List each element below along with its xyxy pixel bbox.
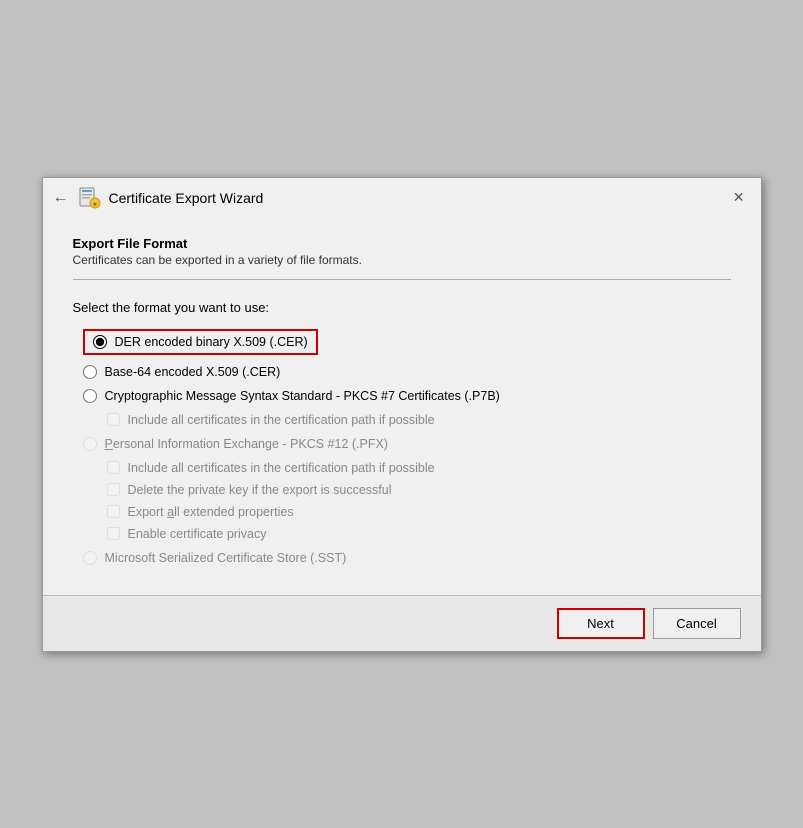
- option-pfx-export-props-label: Export all extended properties: [128, 505, 294, 519]
- option-pfx-privacy: Enable certificate privacy: [107, 527, 731, 541]
- divider: [73, 279, 731, 280]
- certificate-export-wizard-dialog: ← ★ Certificate Export Wizard ✕ Export F…: [42, 177, 762, 652]
- radio-pfx: [83, 437, 97, 451]
- option-pfx-label: Personal Information Exchange - PKCS #12…: [105, 437, 388, 451]
- option-sst: Microsoft Serialized Certificate Store (…: [83, 551, 731, 565]
- option-der-label: DER encoded binary X.509 (.CER): [115, 335, 308, 349]
- option-pkcs7-include-label: Include all certificates in the certific…: [128, 413, 435, 427]
- radio-pkcs7[interactable]: [83, 389, 97, 403]
- next-button[interactable]: Next: [557, 608, 645, 639]
- section-header: Export File Format Certificates can be e…: [73, 236, 731, 267]
- dialog-body: Export File Format Certificates can be e…: [43, 216, 761, 575]
- radio-sst: [83, 551, 97, 565]
- format-select-label: Select the format you want to use:: [73, 300, 731, 315]
- svg-text:★: ★: [92, 201, 97, 208]
- wizard-icon: ★: [77, 186, 101, 210]
- option-pfx-include-label: Include all certificates in the certific…: [128, 461, 435, 475]
- option-pkcs7-label: Cryptographic Message Syntax Standard - …: [105, 389, 500, 403]
- option-pfx-privacy-label: Enable certificate privacy: [128, 527, 267, 541]
- back-button[interactable]: ←: [53, 189, 69, 207]
- dialog-title: Certificate Export Wizard: [109, 190, 264, 206]
- checkbox-pkcs7-include: [107, 413, 120, 426]
- section-subtitle: Certificates can be exported in a variet…: [73, 253, 731, 267]
- nav-controls: ←: [53, 189, 69, 207]
- title-bar: ← ★ Certificate Export Wizard ✕: [43, 178, 761, 216]
- pfx-suboptions: Include all certificates in the certific…: [83, 461, 731, 541]
- option-der[interactable]: DER encoded binary X.509 (.CER): [83, 329, 318, 355]
- checkbox-pfx-export-props: [107, 505, 120, 518]
- title-bar-left: ← ★ Certificate Export Wizard: [53, 186, 264, 210]
- option-pfx-export-props: Export all extended properties: [107, 505, 731, 519]
- option-pfx-include-certs: Include all certificates in the certific…: [107, 461, 731, 475]
- option-pkcs7-include-certs: Include all certificates in the certific…: [107, 413, 731, 427]
- option-pfx: Personal Information Exchange - PKCS #12…: [83, 437, 731, 451]
- option-pkcs7[interactable]: Cryptographic Message Syntax Standard - …: [83, 389, 731, 403]
- checkbox-pfx-privacy: [107, 527, 120, 540]
- options-list: DER encoded binary X.509 (.CER) Base-64 …: [73, 329, 731, 565]
- close-button[interactable]: ✕: [727, 187, 751, 208]
- option-pfx-delete-key: Delete the private key if the export is …: [107, 483, 731, 497]
- section-title: Export File Format: [73, 236, 731, 251]
- checkbox-pfx-include: [107, 461, 120, 474]
- cancel-button[interactable]: Cancel: [653, 608, 741, 639]
- dialog-footer: Next Cancel: [43, 595, 761, 651]
- option-sst-label: Microsoft Serialized Certificate Store (…: [105, 551, 347, 565]
- checkbox-pfx-delete-key: [107, 483, 120, 496]
- option-pfx-delete-key-label: Delete the private key if the export is …: [128, 483, 392, 497]
- option-base64-label: Base-64 encoded X.509 (.CER): [105, 365, 281, 379]
- radio-base64[interactable]: [83, 365, 97, 379]
- radio-der[interactable]: [93, 335, 107, 349]
- pkcs7-suboptions: Include all certificates in the certific…: [83, 413, 731, 427]
- option-base64[interactable]: Base-64 encoded X.509 (.CER): [83, 365, 731, 379]
